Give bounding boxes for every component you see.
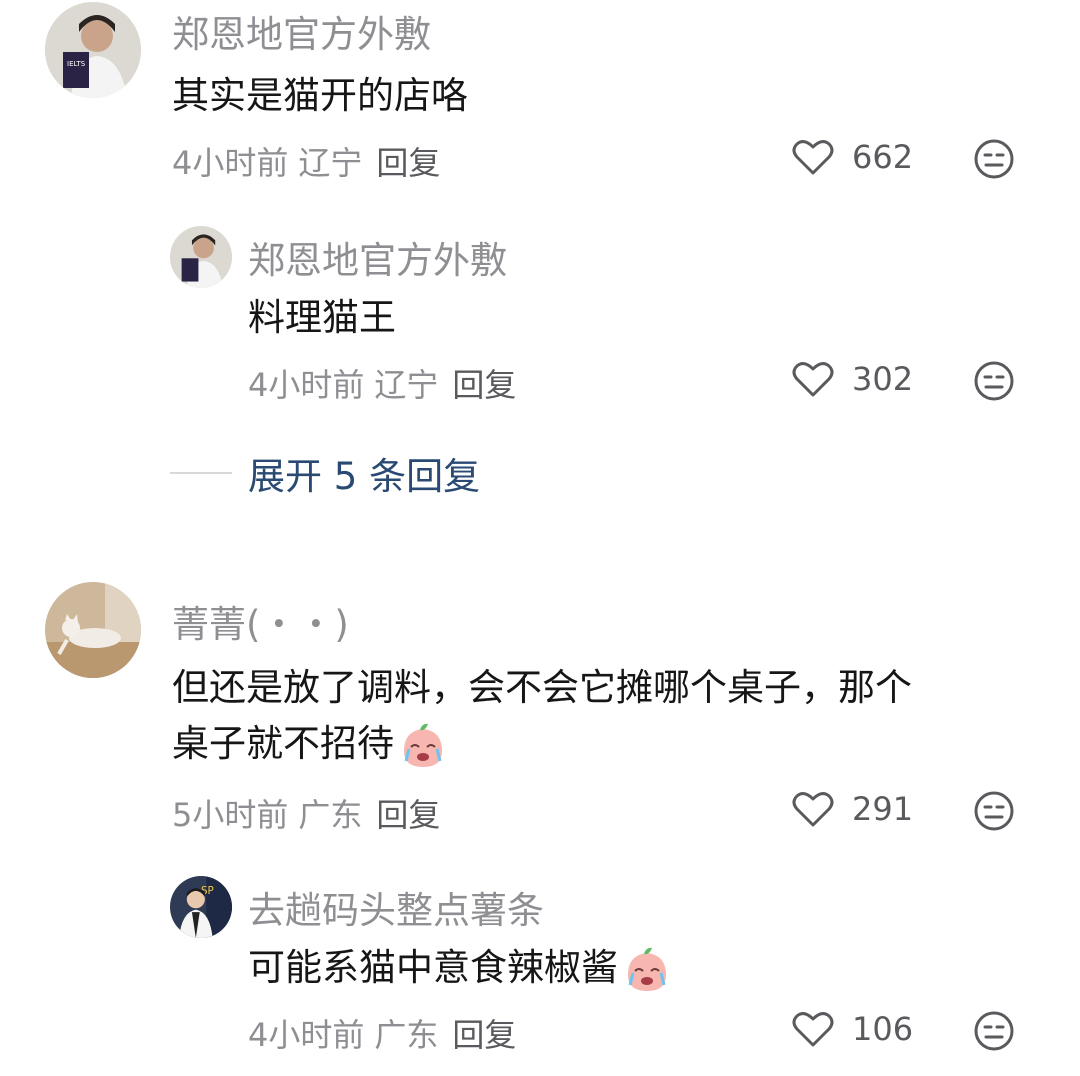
comment-meta: 4小时前 辽宁 回复 <box>248 360 516 406</box>
username[interactable]: 郑恩地官方外敷 <box>248 230 507 284</box>
meh-face-icon <box>974 361 1014 401</box>
comment-text: 桌子就不招待 <box>172 716 448 772</box>
avatar[interactable] <box>45 582 141 678</box>
avatar[interactable]: SP <box>170 876 232 938</box>
like-button[interactable]: 662 <box>792 138 913 176</box>
dislike-button[interactable] <box>973 1010 1015 1052</box>
dislike-button[interactable] <box>973 790 1015 832</box>
like-button[interactable]: 302 <box>792 360 913 398</box>
like-count: 291 <box>852 790 914 828</box>
username[interactable]: 菁菁(・・) <box>172 594 349 648</box>
location: 辽宁 <box>374 366 439 404</box>
username[interactable]: 郑恩地官方外敷 <box>172 4 431 58</box>
dislike-button[interactable] <box>973 360 1015 402</box>
reply-item: 郑恩地官方外敷 料理猫王 4小时前 辽宁 回复 302 <box>0 220 1080 420</box>
reply-button[interactable]: 回复 <box>376 144 440 182</box>
comment-text: 可能系猫中意食辣椒酱 <box>248 940 672 996</box>
heart-outline-icon <box>792 362 834 397</box>
meh-face-icon <box>974 1011 1014 1051</box>
crying-peach-emoji <box>628 947 666 991</box>
meh-face-icon <box>974 791 1014 831</box>
comment-meta: 4小时前 辽宁 回复 <box>172 138 440 184</box>
comment-meta: 5小时前 广东 回复 <box>172 790 440 836</box>
like-button[interactable]: 106 <box>792 1010 913 1048</box>
reply-item: SP 去趟码头整点薯条 可能系猫中意食辣椒酱 4小时前 广东 回复 106 <box>0 870 1080 1070</box>
reply-button[interactable]: 回复 <box>452 366 516 404</box>
expand-replies-label: 展开 5 条回复 <box>248 455 481 498</box>
timestamp: 5小时前 <box>172 796 289 834</box>
svg-text:IELTS: IELTS <box>67 60 86 68</box>
dislike-button[interactable] <box>973 138 1015 180</box>
divider <box>170 472 232 474</box>
comment-text: 但还是放了调料，会不会它摊哪个桌子，那个 <box>172 666 912 709</box>
comment-text-line: 可能系猫中意食辣椒酱 <box>248 946 618 989</box>
like-count: 106 <box>852 1010 914 1048</box>
location: 辽宁 <box>298 144 363 182</box>
location: 广东 <box>298 796 363 834</box>
comment-text-line: 桌子就不招待 <box>172 722 394 765</box>
crying-peach-emoji <box>404 723 442 767</box>
heart-outline-icon <box>792 140 834 175</box>
timestamp: 4小时前 <box>248 366 365 404</box>
heart-outline-icon <box>792 792 834 827</box>
location: 广东 <box>374 1016 439 1054</box>
username[interactable]: 去趟码头整点薯条 <box>248 880 544 934</box>
like-count: 662 <box>852 138 914 176</box>
reply-button[interactable]: 回复 <box>452 1016 516 1054</box>
comment-meta: 4小时前 广东 回复 <box>248 1010 516 1056</box>
comment-item: IELTS 郑恩地官方外敷 其实是猫开的店咯 4小时前 辽宁 回复 662 <box>0 0 1080 200</box>
comment-text: 其实是猫开的店咯 <box>172 74 468 117</box>
meh-face-icon <box>974 139 1014 179</box>
expand-replies-button[interactable]: 展开 5 条回复 <box>170 446 480 500</box>
like-count: 302 <box>852 360 914 398</box>
comment-item: 菁菁(・・) 但还是放了调料，会不会它摊哪个桌子，那个 桌子就不招待 5小时前广… <box>0 580 1080 840</box>
reply-button[interactable]: 回复 <box>376 796 440 834</box>
avatar[interactable] <box>170 226 232 288</box>
like-button[interactable]: 291 <box>792 790 913 828</box>
avatar[interactable]: IELTS <box>45 2 141 98</box>
timestamp: 4小时前 <box>172 144 289 182</box>
comment-text: 料理猫王 <box>248 296 396 339</box>
heart-outline-icon <box>792 1012 834 1047</box>
timestamp: 4小时前 <box>248 1016 365 1054</box>
